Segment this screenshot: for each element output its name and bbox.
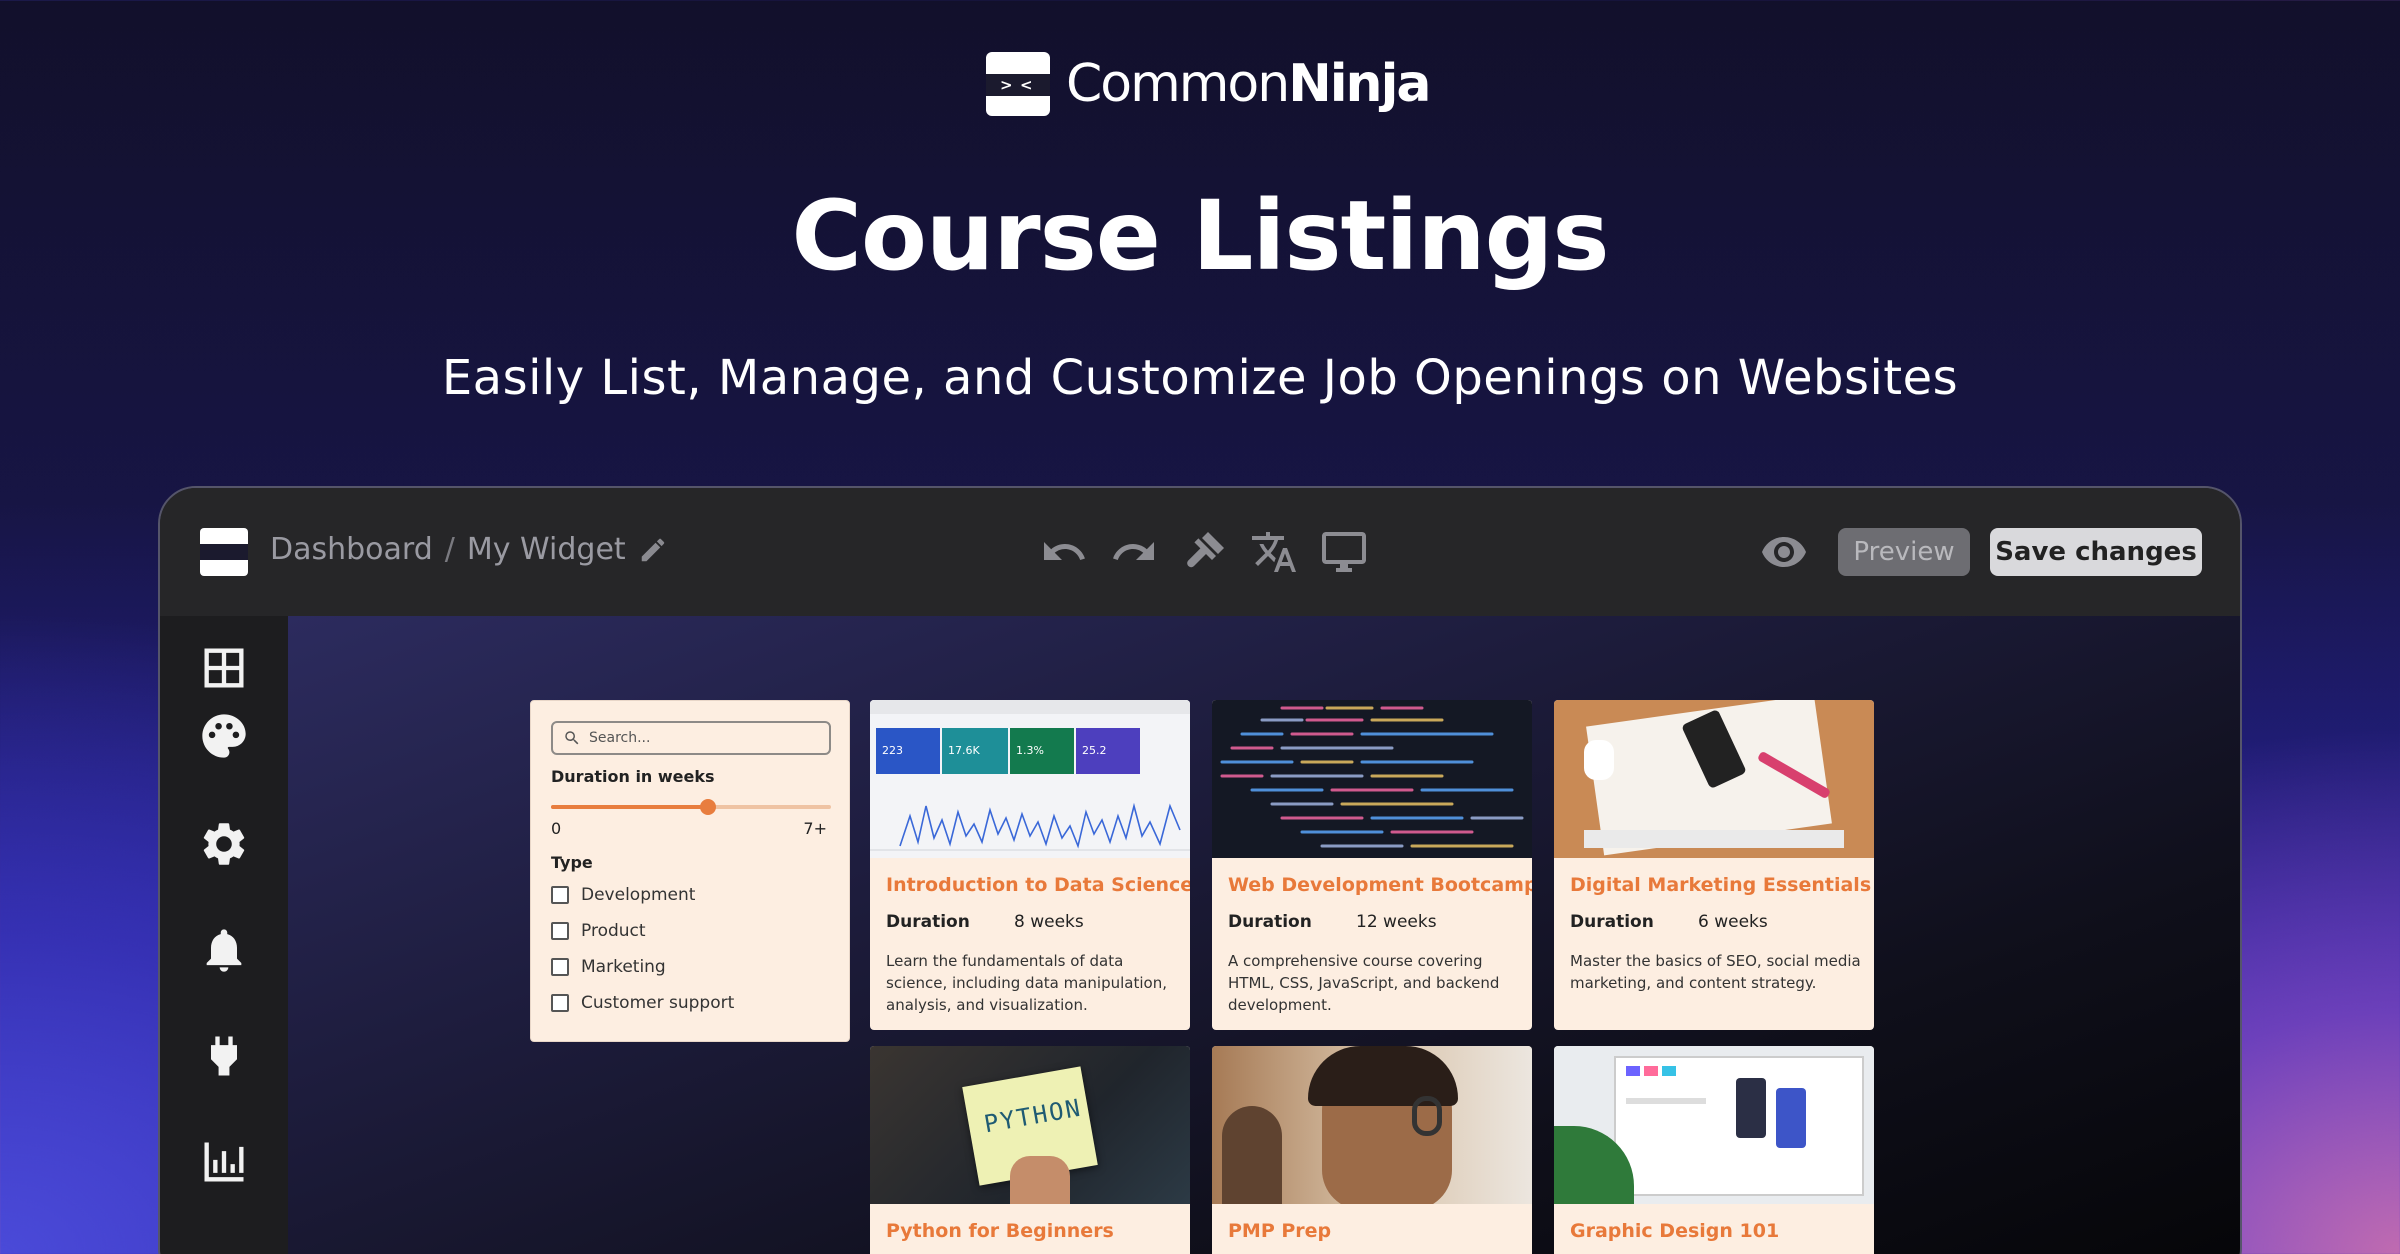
eye-icon[interactable] [1758,526,1810,578]
course-card[interactable]: PYTHON Python for Beginners [870,1046,1190,1254]
type-checkbox-marketing[interactable]: Marketing [551,957,666,977]
type-filter-label: Type [551,853,593,872]
course-title[interactable]: PMP Prep [1228,1220,1331,1242]
course-description: Master the basics of SEO, social media m… [1570,952,1861,992]
course-thumbnail-code [1212,700,1532,858]
editor-toolbar: Dashboard / My Widget Preview Save chang… [160,488,2240,616]
code-screen-icon [1220,706,1524,848]
course-title[interactable]: Introduction to Data Science [886,874,1190,896]
course-title[interactable]: Digital Marketing Essentials [1570,874,1871,896]
commonninja-logo: > < CommonNinja [986,52,1431,116]
analytics-icon[interactable] [196,1134,252,1190]
duration-label: Duration [1570,912,1654,932]
checkbox-label: Marketing [581,957,666,977]
checkbox[interactable] [551,958,569,976]
checkbox[interactable] [551,886,569,904]
ninja-logo-icon: > < [986,52,1050,116]
course-thumbnail-analytics: 223 17.6K 1.3% 25.2 [870,700,1190,858]
filter-panel: Search... Duration in weeks 0 7+ Type De… [530,700,850,1042]
translate-icon[interactable] [1248,526,1300,578]
duration-label: Duration [886,912,970,932]
type-checkbox-product[interactable]: Product [551,921,646,941]
checkbox-label: Product [581,921,646,941]
redo-icon[interactable] [1108,526,1160,578]
slider-thumb[interactable] [699,799,716,815]
hero-subtitle: Easily List, Manage, and Customize Job O… [441,350,1959,406]
checkbox-label: Development [581,885,696,905]
duration-label: Duration [1228,912,1312,932]
course-card[interactable]: PMP Prep [1212,1046,1532,1254]
slider-max-label: 7+ [803,819,827,838]
course-description: Learn the fundamentals of data science, … [886,952,1167,1014]
stat-tile: 25.2 [1076,728,1140,774]
course-thumbnail-python: PYTHON [870,1046,1190,1204]
search-input[interactable]: Search... [551,721,831,755]
course-description: A comprehensive course covering HTML, CS… [1228,952,1500,1014]
checkbox[interactable] [551,994,569,1012]
stat-tile: 17.6K [942,728,1008,774]
desktop-icon[interactable] [1318,526,1370,578]
breadcrumb-separator: / [444,532,455,567]
duration-value: 8 weeks [1014,912,1084,932]
course-title[interactable]: Python for Beginners [886,1220,1114,1242]
course-thumbnail-support [1212,1046,1532,1204]
course-card[interactable]: Digital Marketing Essentials Duration 6 … [1554,700,1874,1030]
breadcrumb: Dashboard / My Widget [270,532,668,567]
duration-slider[interactable] [551,799,831,815]
undo-icon[interactable] [1038,526,1090,578]
settings-icon[interactable] [196,816,252,872]
mouse-icon [1584,740,1614,780]
line-graph-icon [870,802,1190,851]
hand [1010,1156,1070,1204]
duration-value: 12 weeks [1356,912,1437,932]
ninja-logo-icon[interactable] [200,528,248,576]
breadcrumb-dashboard[interactable]: Dashboard [270,532,433,567]
save-changes-button[interactable]: Save changes [1990,528,2202,576]
plug-icon[interactable] [196,1028,252,1084]
duration-filter-label: Duration in weeks [551,767,715,786]
duration-value: 6 weeks [1698,912,1768,932]
checkbox-label: Customer support [581,993,735,1013]
search-placeholder: Search... [589,730,651,746]
design-screen [1614,1056,1864,1196]
course-thumbnail-desk [1554,700,1874,858]
brand-name: CommonNinja [1066,54,1431,114]
slider-min-label: 0 [551,819,562,838]
course-card[interactable]: Graphic Design 101 [1554,1046,1874,1254]
type-checkbox-customer-support[interactable]: Customer support [551,993,734,1013]
stat-tile: 1.3% [1010,728,1074,774]
checkbox[interactable] [551,922,569,940]
widget-preview-canvas: Search... Duration in weeks 0 7+ Type De… [288,616,2240,1254]
course-card[interactable]: Web Development Bootcamp Duration 12 wee… [1212,700,1532,1030]
course-title[interactable]: Web Development Bootcamp [1228,874,1532,896]
course-title[interactable]: Graphic Design 101 [1570,1220,1779,1242]
paint-brush-icon[interactable] [1178,526,1230,578]
preview-button[interactable]: Preview [1838,528,1970,576]
type-checkbox-development[interactable]: Development [551,885,695,905]
course-thumbnail-design [1554,1046,1874,1204]
headset-icon [1412,1096,1442,1136]
editor-window: Dashboard / My Widget Preview Save chang… [158,486,2242,1254]
slider-fill [551,805,708,809]
search-icon [565,731,579,745]
bell-icon[interactable] [196,922,252,978]
pencil-icon[interactable] [638,535,668,565]
palette-icon[interactable] [196,708,252,764]
stat-tile: 223 [876,728,940,774]
course-card[interactable]: 223 17.6K 1.3% 25.2 Introduction to Data… [870,700,1190,1030]
layout-icon[interactable] [196,640,252,696]
breadcrumb-widget-name: My Widget [466,532,626,567]
editor-sidebar [160,616,288,1254]
hero-title: Course Listings [791,180,1610,292]
